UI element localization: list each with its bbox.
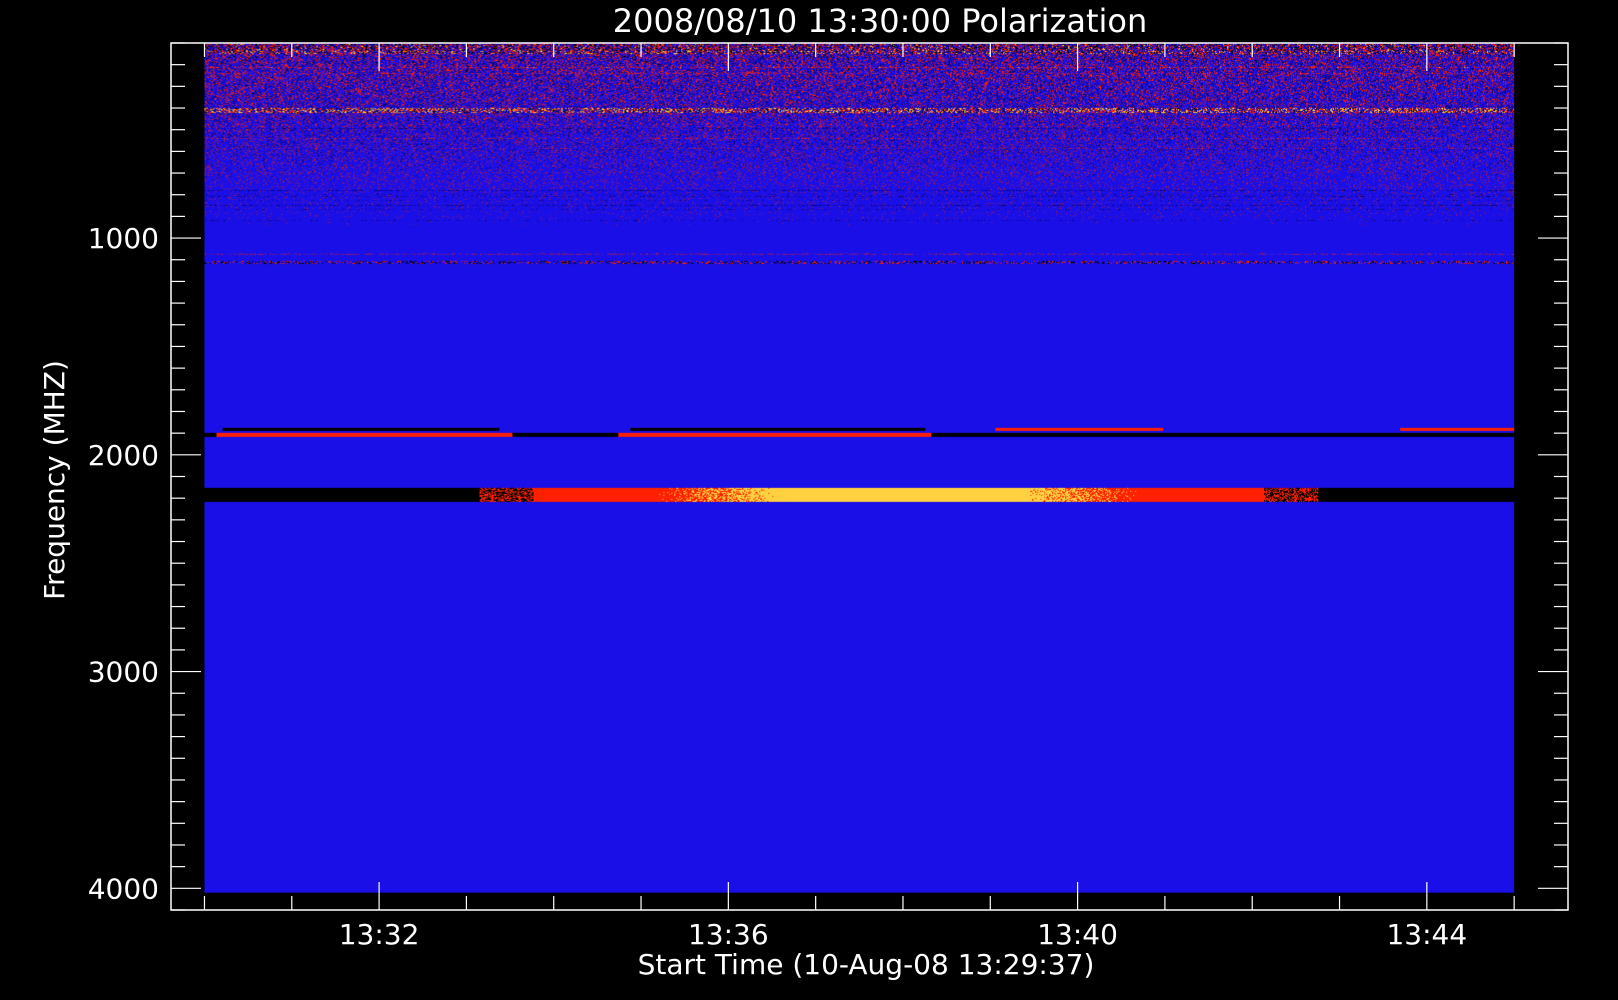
y-tick-label: 1000 [88,222,159,255]
x-tick-label: 13:36 [688,918,769,951]
x-tick-label: 13:40 [1037,918,1118,951]
chart-title: 2008/08/10 13:30:00 Polarization [613,2,1147,40]
heatmap-image [204,43,1515,893]
y-tick-label: 2000 [88,439,159,472]
x-tick-label: 13:32 [339,918,420,951]
heatmap [204,43,1515,893]
y-tick-label: 3000 [88,656,159,689]
chart: 2008/08/10 13:30:00 Polarization 1000 200… [0,0,1618,1000]
x-tick-label: 13:44 [1386,918,1467,951]
y-tick-label: 4000 [88,872,159,905]
x-axis-label: Start Time (10-Aug-08 13:29:37) [638,948,1095,981]
y-axis-label: Frequency (MHZ) [38,360,71,600]
